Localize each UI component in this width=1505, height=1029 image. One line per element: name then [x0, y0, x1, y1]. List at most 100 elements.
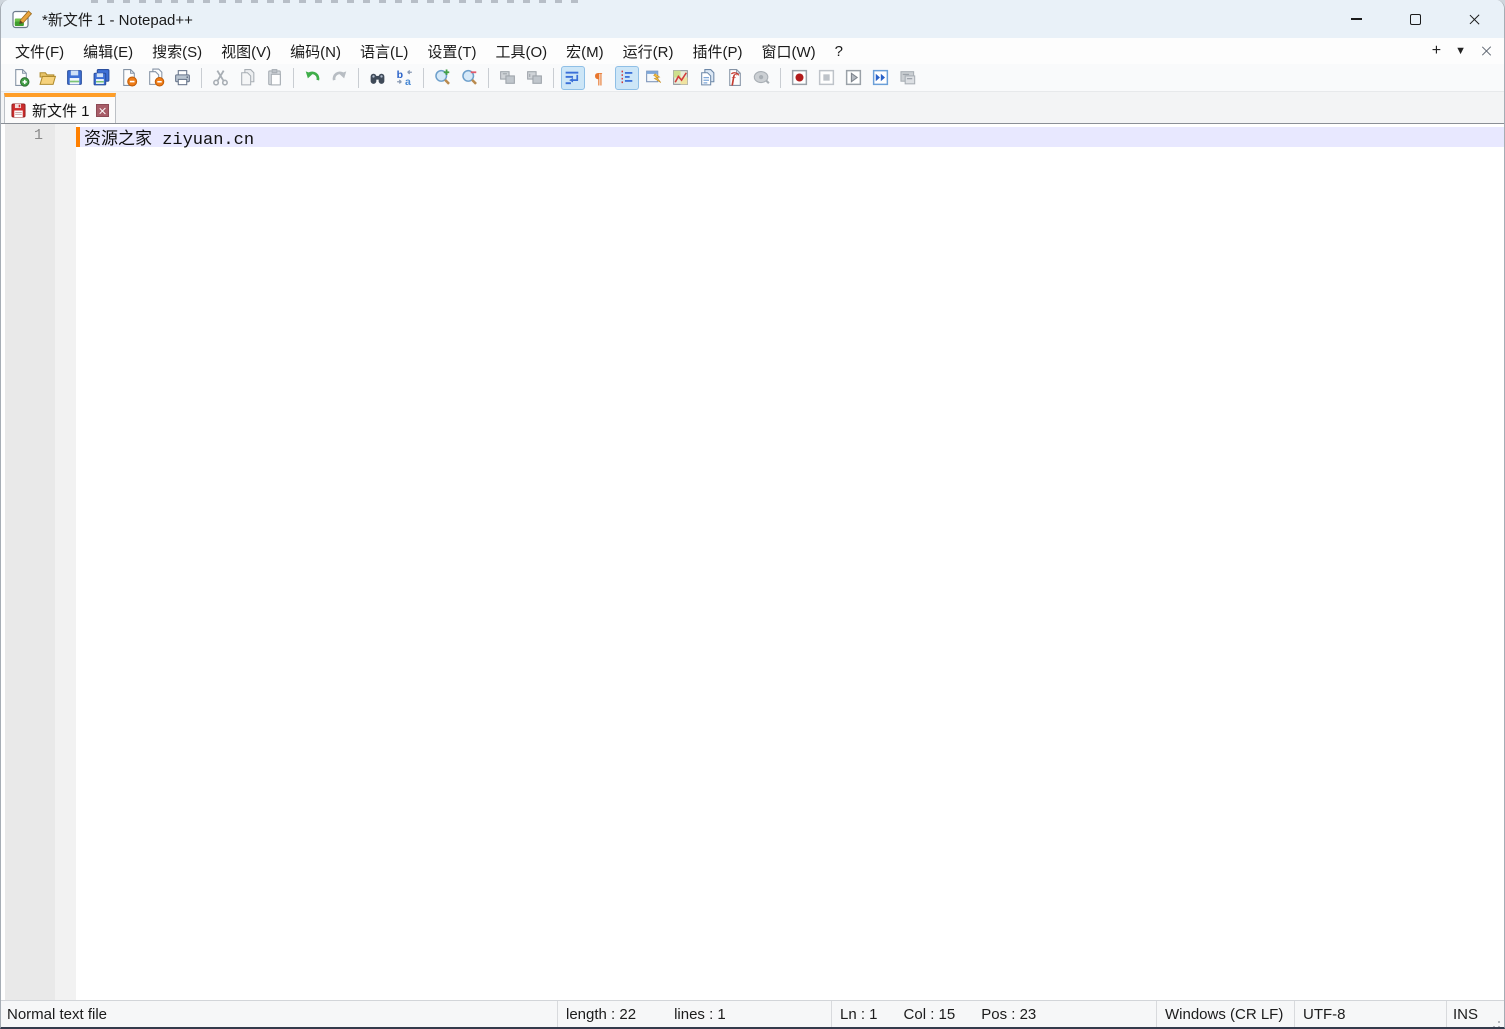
- status-doc-type: Normal text file: [1, 1001, 557, 1027]
- toolbar-separator: [488, 68, 489, 88]
- save-all-button[interactable]: [90, 66, 114, 90]
- document-list-button[interactable]: [696, 66, 720, 90]
- line-position-label: Ln : 1: [840, 1006, 878, 1023]
- sync-vertical-scroll-button: [496, 66, 520, 90]
- menu-item-file[interactable]: 文件(F): [6, 39, 73, 64]
- background-window-artifact: [91, 0, 581, 3]
- word-wrap-button[interactable]: [561, 66, 585, 90]
- macro-record-icon: [790, 68, 809, 87]
- tab-bar: 新文件 1: [1, 92, 1504, 124]
- sync-vertical-scroll-icon: [498, 68, 517, 87]
- status-eol-format[interactable]: Windows (CR LF): [1156, 1001, 1294, 1027]
- show-all-characters-icon: [590, 68, 609, 87]
- status-encoding[interactable]: UTF-8: [1294, 1001, 1446, 1027]
- zoom-in-icon: [433, 68, 452, 87]
- show-all-characters-button[interactable]: [588, 66, 612, 90]
- resize-grip[interactable]: [1498, 1021, 1501, 1024]
- doc-type-label: Normal text file: [7, 1006, 107, 1023]
- function-list-button[interactable]: [642, 66, 666, 90]
- macro-save-button: [896, 66, 920, 90]
- close-tab-icon[interactable]: [1480, 45, 1492, 57]
- cut-icon: [211, 68, 230, 87]
- save-file-button[interactable]: [63, 66, 87, 90]
- menu-item-macro[interactable]: 宏(M): [557, 39, 613, 64]
- encoding-label: UTF-8: [1303, 1006, 1346, 1023]
- document-list-icon: [698, 68, 717, 87]
- maximize-button[interactable]: [1386, 0, 1445, 38]
- find-button[interactable]: [366, 66, 390, 90]
- show-indent-guide-button[interactable]: [615, 66, 639, 90]
- minimize-button[interactable]: [1327, 0, 1386, 38]
- folder-as-workspace-button[interactable]: [723, 66, 747, 90]
- menu-item-language[interactable]: 语言(L): [351, 39, 417, 64]
- maximize-icon: [1410, 14, 1421, 25]
- menu-bar: 文件(F)编辑(E)搜索(S)视图(V)编码(N)语言(L)设置(T)工具(O)…: [1, 38, 1504, 64]
- monitoring-icon: [752, 68, 771, 87]
- close-all-button[interactable]: [144, 66, 168, 90]
- open-file-icon: [38, 68, 57, 87]
- menu-item-encoding[interactable]: 编码(N): [281, 39, 350, 64]
- cut-button: [209, 66, 233, 90]
- open-file-button[interactable]: [36, 66, 60, 90]
- close-all-icon: [146, 68, 165, 87]
- macro-playback-icon: [844, 68, 863, 87]
- sync-horizontal-scroll-icon: [525, 68, 544, 87]
- new-tab-plus-icon[interactable]: +: [1432, 42, 1441, 60]
- title-bar: *新文件 1 - Notepad++: [1, 0, 1504, 38]
- menu-item-tools[interactable]: 工具(O): [486, 39, 556, 64]
- redo-icon: [330, 68, 349, 87]
- macro-playback-button[interactable]: [842, 66, 866, 90]
- menu-item-edit[interactable]: 编辑(E): [74, 39, 142, 64]
- save-all-icon: [92, 68, 111, 87]
- menu-item-run[interactable]: 运行(R): [614, 39, 683, 64]
- tab-bar-controls: + ▼: [1432, 42, 1504, 60]
- status-doc-size: length : 22 lines : 1: [557, 1001, 831, 1027]
- menu-item-settings[interactable]: 设置(T): [418, 39, 485, 64]
- offset-position-label: Pos : 23: [981, 1006, 1036, 1023]
- menu-item-view[interactable]: 视图(V): [212, 39, 280, 64]
- document-map-button[interactable]: [669, 66, 693, 90]
- minimize-icon: [1351, 18, 1362, 19]
- copy-icon: [238, 68, 257, 87]
- zoom-out-button[interactable]: [458, 66, 482, 90]
- menu-item-help[interactable]: ?: [826, 41, 852, 62]
- macro-record-button[interactable]: [788, 66, 812, 90]
- replace-icon: [395, 68, 414, 87]
- replace-button[interactable]: [393, 66, 417, 90]
- toolbar-separator: [780, 68, 781, 88]
- monitoring-button: [750, 66, 774, 90]
- window-title: *新文件 1 - Notepad++: [42, 9, 193, 30]
- line-number-gutter: 1: [5, 124, 55, 1000]
- print-button[interactable]: [171, 66, 195, 90]
- tab-list-dropdown-icon[interactable]: ▼: [1455, 45, 1466, 57]
- macro-run-multiple-button[interactable]: [869, 66, 893, 90]
- notepad-plus-plus-logo-icon: [12, 9, 33, 30]
- menu-item-window[interactable]: 窗口(W): [752, 39, 824, 64]
- close-icon: [1468, 13, 1481, 26]
- menu-item-plugins[interactable]: 插件(P): [683, 39, 751, 64]
- status-insert-mode[interactable]: INS: [1446, 1001, 1504, 1027]
- close-file-button[interactable]: [117, 66, 141, 90]
- insert-mode-label: INS: [1453, 1006, 1478, 1023]
- toolbar-separator: [423, 68, 424, 88]
- notepad-plus-plus-window: *新文件 1 - Notepad++ 文件(F)编辑(E)搜索(S)视图(V)编…: [0, 0, 1505, 1029]
- window-controls: [1327, 0, 1504, 38]
- macro-save-icon: [898, 68, 917, 87]
- fold-margin: [55, 124, 76, 1000]
- menu-item-search[interactable]: 搜索(S): [143, 39, 211, 64]
- undo-button[interactable]: [301, 66, 325, 90]
- new-file-button[interactable]: [9, 66, 33, 90]
- editor-area[interactable]: 1 资源之家 ziyuan.cn: [1, 124, 1504, 1000]
- tab-close-icon[interactable]: [96, 104, 109, 117]
- eol-format-label: Windows (CR LF): [1165, 1006, 1283, 1023]
- tab-new-file-1[interactable]: 新文件 1: [4, 93, 116, 123]
- macro-run-multiple-icon: [871, 68, 890, 87]
- unsaved-file-icon: [11, 103, 26, 118]
- code-line-1[interactable]: 资源之家 ziyuan.cn: [76, 127, 1504, 147]
- find-icon: [368, 68, 387, 87]
- zoom-in-button[interactable]: [431, 66, 455, 90]
- text-area[interactable]: 资源之家 ziyuan.cn: [76, 124, 1504, 1000]
- close-button[interactable]: [1445, 0, 1504, 38]
- toolbar: [1, 64, 1504, 92]
- toolbar-separator: [201, 68, 202, 88]
